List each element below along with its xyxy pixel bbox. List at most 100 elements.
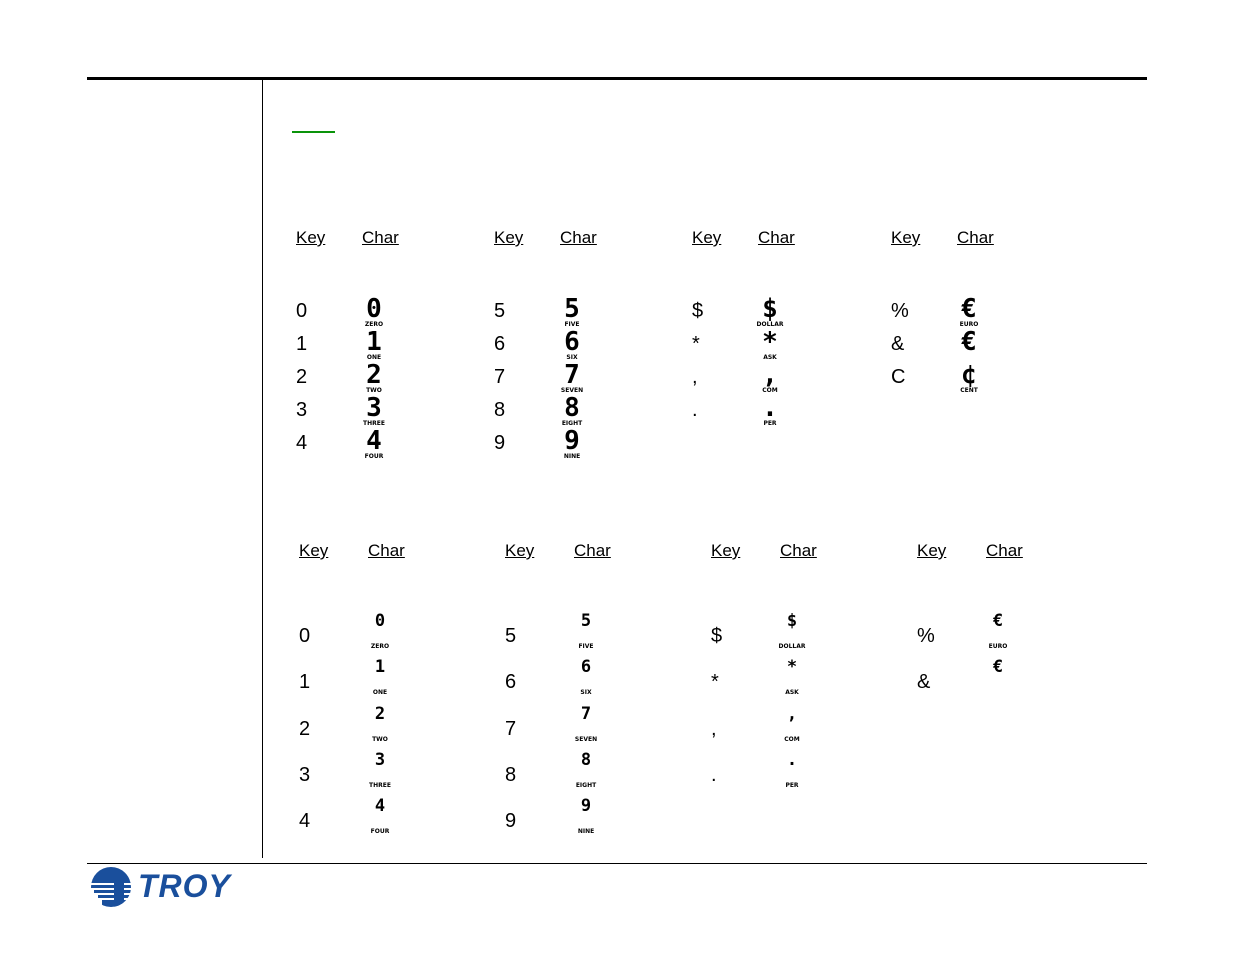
char-caption: DOLLAR [778, 643, 806, 650]
key-value: 7 [505, 717, 517, 740]
char-glyph-cell: € EURO [978, 613, 1018, 650]
key-header: Key [299, 541, 329, 560]
char-caption: CENT [960, 387, 978, 394]
key-value: & [891, 333, 905, 355]
char-glyph: 8 [564, 393, 580, 423]
char-glyph: 3 [366, 393, 382, 423]
char-glyph: 3 [374, 749, 386, 770]
char-glyph-cell: 6 SIX [552, 329, 592, 361]
char-caption: ONE [372, 689, 388, 697]
table-row: 0 0 ZERO [296, 296, 496, 329]
char-glyph-cell: , COM [750, 362, 790, 394]
key-value: 6 [505, 671, 517, 694]
char-caption: EIGHT [575, 781, 597, 789]
link-underline[interactable] [292, 131, 335, 133]
char-header: Char [780, 541, 817, 560]
char-glyph: € [961, 327, 977, 357]
char-glyph: 8 [580, 749, 592, 770]
char-glyph: 2 [374, 703, 386, 724]
char-header: Char [574, 541, 611, 560]
char-glyph: $ [786, 611, 798, 631]
char-glyph-cell: . PER [772, 749, 812, 789]
char-header: Char [560, 228, 597, 247]
key-header: Key [917, 541, 947, 560]
key-value: $ [692, 300, 704, 322]
char-caption: NINE [577, 828, 595, 836]
brand-name: TROY [138, 868, 231, 904]
char-glyph-cell: 5 FIVE [552, 296, 592, 328]
char-caption: FOUR [364, 453, 384, 460]
key-value: , [711, 717, 717, 740]
char-glyph-cell: 9 NINE [566, 798, 606, 835]
table-row: 5 5 FIVE [494, 296, 694, 329]
key-value: 8 [505, 763, 517, 786]
key-value: % [917, 625, 935, 647]
char-caption: FIVE [578, 643, 594, 650]
key-value: 3 [299, 763, 311, 786]
table-row: .. PER [692, 395, 892, 428]
char-glyph: . [786, 749, 798, 770]
key-value: 1 [299, 671, 311, 694]
char-glyph-cell: ¢ CENT [949, 362, 989, 394]
char-glyph: 4 [366, 426, 382, 456]
char-glyph-cell: 6 SIX [566, 659, 606, 696]
key-header: Key [505, 541, 535, 560]
table-row: 1 1 ONE [296, 329, 496, 362]
key-value: . [692, 399, 698, 421]
char-caption: PER [785, 781, 799, 789]
char-glyph: 6 [580, 657, 592, 678]
char-glyph-cell: , COM [772, 703, 812, 743]
char-caption: SIX [580, 689, 592, 697]
char-glyph-cell: 8 EIGHT [552, 395, 592, 427]
char-glyph: , [786, 703, 798, 724]
key-value: 0 [296, 300, 308, 322]
table-row: 8 8 EIGHT [494, 395, 694, 428]
char-glyph: * [762, 327, 778, 357]
char-glyph: 5 [564, 294, 580, 324]
char-glyph-cell: 9 NINE [552, 428, 592, 460]
char-caption: COM [784, 735, 800, 743]
key-value: * [711, 671, 719, 694]
char-header: Char [957, 228, 994, 247]
char-glyph: 9 [564, 426, 580, 456]
key-value: 1 [296, 333, 308, 355]
char-glyph: 0 [374, 611, 386, 631]
table-row: * * ASK [692, 329, 892, 362]
table-row: 2 2 TWO [296, 362, 496, 395]
key-value: 3 [296, 399, 308, 421]
char-glyph-cell: 4 FOUR [354, 428, 394, 460]
char-caption: ZERO [370, 643, 390, 650]
key-value: 6 [494, 333, 506, 355]
table-row: 6 6 SIX [494, 329, 694, 362]
char-glyph: . [762, 393, 778, 423]
table-row: $ $ DOLLAR [692, 296, 892, 329]
top-rule [87, 77, 1147, 80]
char-header: Char [362, 228, 399, 247]
char-caption: EURO [988, 643, 1008, 650]
key-value: 7 [494, 366, 506, 388]
key-value: 4 [299, 810, 311, 833]
key-value: , [692, 366, 698, 388]
char-caption: SEVEN [574, 735, 598, 743]
char-glyph: * [786, 657, 798, 678]
char-glyph: 6 [564, 327, 580, 357]
key-header: Key [494, 228, 524, 247]
char-glyph-cell: 4 FOUR [360, 798, 400, 835]
table-row: 7 7 SEVEN [494, 362, 694, 395]
table-row: , , COM [692, 362, 892, 395]
char-glyph-cell: 1 ONE [360, 659, 400, 696]
char-caption: TWO [372, 735, 388, 743]
char-header: Char [986, 541, 1023, 560]
char-glyph: $ [762, 294, 778, 324]
char-glyph-cell: 0 ZERO [354, 296, 394, 328]
table-row: C ¢ CENT [891, 362, 1091, 395]
char-glyph: 1 [374, 657, 386, 678]
key-value: 9 [494, 432, 506, 454]
key-value: . [711, 763, 717, 786]
table-row: & € [891, 329, 1091, 362]
table-row: 4 4 FOUR [296, 428, 496, 461]
char-glyph-cell: 5 FIVE [566, 613, 606, 650]
key-value: * [692, 333, 700, 355]
key-value: 2 [296, 366, 308, 388]
char-caption: THREE [369, 781, 391, 789]
